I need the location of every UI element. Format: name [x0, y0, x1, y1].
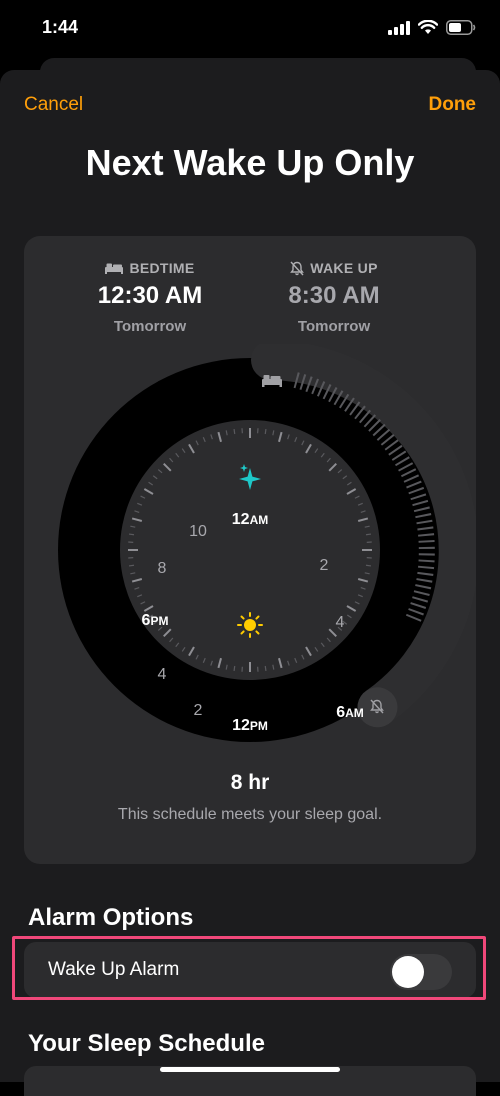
clock-label-4pm: 4	[158, 666, 167, 683]
cancel-button[interactable]: Cancel	[24, 94, 83, 116]
clock-label-2pm: 2	[194, 702, 203, 719]
clock-tick	[366, 534, 371, 535]
done-button[interactable]: Done	[429, 94, 477, 116]
clock-label-2: 2	[320, 557, 329, 574]
alarm-options-heading: Alarm Options	[28, 904, 193, 932]
bedtime-day: Tomorrow	[50, 318, 250, 335]
sleep-clock-dial[interactable]: 12AM 2 4 6AM 8 10 12PM 2 4 6PM 8 10	[24, 344, 476, 764]
sheet: Cancel Done Next Wake Up Only BEDTIME 12…	[0, 70, 500, 1082]
clock-tick	[129, 534, 134, 535]
clock-label-6pm: 6PM	[142, 612, 169, 629]
highlight-box	[12, 936, 486, 1000]
clock-label-6am: 6AM	[336, 704, 364, 721]
wakeup-summary: WAKE UP 8:30 AM Tomorrow	[234, 260, 434, 335]
clock-face	[120, 420, 380, 680]
clock-label-12am: 12AM	[232, 511, 268, 528]
cellular-signal-icon	[388, 21, 410, 35]
status-time: 1:44	[42, 17, 78, 38]
bedtime-value: 12:30 AM	[50, 282, 250, 310]
wakeup-day: Tomorrow	[234, 318, 434, 335]
clock-tick	[129, 565, 134, 566]
clock-label-8pm: 8	[158, 560, 167, 577]
clock-label-4: 4	[336, 614, 345, 631]
bedtime-label: BEDTIME	[129, 260, 194, 276]
sleep-schedule-heading: Your Sleep Schedule	[28, 1030, 265, 1058]
sleep-duration: 8 hr	[24, 771, 476, 795]
battery-icon	[446, 20, 476, 35]
schedule-card: BEDTIME 12:30 AM Tomorrow WAKE UP 8:30 A…	[24, 236, 476, 864]
sleep-goal-message: This schedule meets your sleep goal.	[24, 806, 476, 824]
status-bar: 1:44	[0, 0, 500, 58]
clock-tick	[265, 429, 266, 434]
bedtime-summary: BEDTIME 12:30 AM Tomorrow	[50, 260, 250, 335]
wifi-icon	[418, 20, 438, 35]
wakeup-value: 8:30 AM	[234, 282, 434, 310]
clock-tick	[265, 666, 266, 671]
page-title: Next Wake Up Only	[0, 142, 500, 184]
wakeup-label: WAKE UP	[310, 260, 377, 276]
clock-tick	[366, 565, 371, 566]
clock-tick	[234, 429, 235, 434]
clock-label-10pm: 10	[189, 523, 207, 540]
status-icons	[388, 20, 476, 35]
home-indicator	[160, 1067, 340, 1072]
clock-tick	[234, 666, 235, 671]
bell-slash-icon	[290, 261, 304, 276]
clock-label-12pm: 12PM	[232, 717, 268, 734]
sun-icon	[238, 613, 262, 637]
bed-icon	[105, 262, 123, 274]
